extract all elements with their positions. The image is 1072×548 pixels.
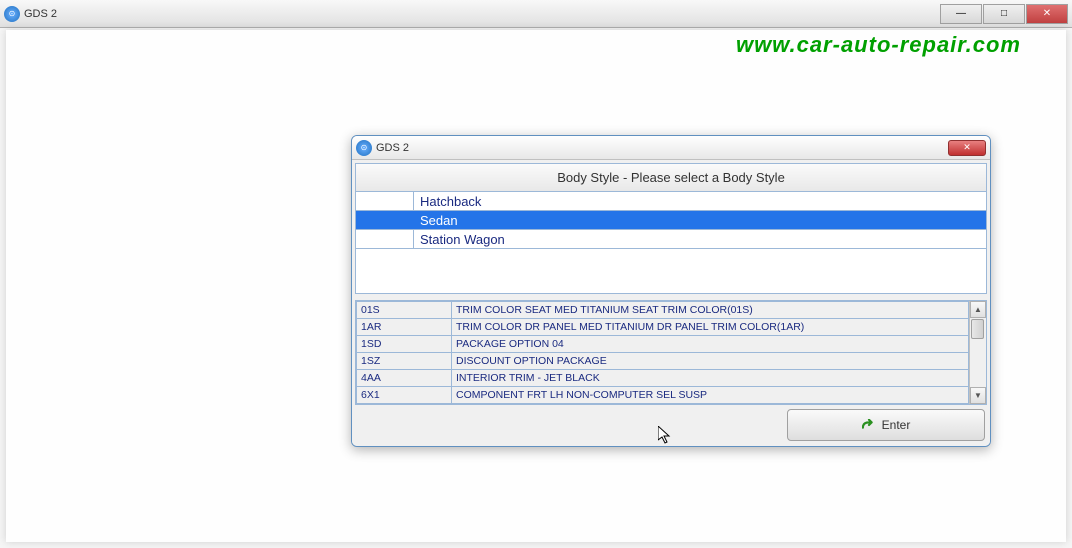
enter-button[interactable]: Enter bbox=[787, 409, 985, 441]
body-style-option-station-wagon[interactable]: Station Wagon bbox=[356, 230, 986, 249]
options-table-container: 01S TRIM COLOR SEAT MED TITANIUM SEAT TR… bbox=[355, 300, 987, 405]
option-description: TRIM COLOR DR PANEL MED TITANIUM DR PANE… bbox=[452, 319, 969, 336]
option-description: COMPONENT FRT LH NON-COMPUTER SEL SUSP bbox=[452, 387, 969, 404]
option-code: 1SD bbox=[357, 336, 452, 353]
options-table: 01S TRIM COLOR SEAT MED TITANIUM SEAT TR… bbox=[356, 301, 969, 404]
close-button[interactable] bbox=[1026, 4, 1068, 24]
option-code: 1SZ bbox=[357, 353, 452, 370]
watermark: www.car-auto-repair.com bbox=[736, 32, 1021, 58]
main-titlebar[interactable]: ⊙ GDS 2 bbox=[0, 0, 1072, 28]
options-row[interactable]: 1AR TRIM COLOR DR PANEL MED TITANIUM DR … bbox=[357, 319, 969, 336]
body-style-list: Hatchback Sedan Station Wagon bbox=[355, 192, 987, 294]
scroll-up-button[interactable]: ▲ bbox=[970, 301, 986, 318]
option-code: 1AR bbox=[357, 319, 452, 336]
options-scrollbar[interactable]: ▲ ▼ bbox=[969, 301, 986, 404]
dialog-titlebar[interactable]: ⊙ GDS 2 ✕ bbox=[352, 136, 990, 160]
options-row[interactable]: 6X1 COMPONENT FRT LH NON-COMPUTER SEL SU… bbox=[357, 387, 969, 404]
body-style-option-hatchback[interactable]: Hatchback bbox=[356, 192, 986, 211]
main-window-title: GDS 2 bbox=[24, 8, 57, 20]
main-window: ⊙ GDS 2 www.car-auto-repair.com ⊙ GDS 2 … bbox=[0, 0, 1072, 548]
scroll-down-button[interactable]: ▼ bbox=[970, 387, 986, 404]
main-content: www.car-auto-repair.com ⊙ GDS 2 ✕ Body S… bbox=[6, 30, 1066, 542]
dialog-footer: Enter bbox=[355, 405, 987, 443]
option-description: PACKAGE OPTION 04 bbox=[452, 336, 969, 353]
dialog-prompt: Body Style - Please select a Body Style bbox=[355, 163, 987, 192]
dialog-close-button[interactable]: ✕ bbox=[948, 140, 986, 156]
enter-button-label: Enter bbox=[882, 418, 911, 432]
dialog-title: GDS 2 bbox=[376, 142, 409, 154]
options-row[interactable]: 1SD PACKAGE OPTION 04 bbox=[357, 336, 969, 353]
option-code: 01S bbox=[357, 302, 452, 319]
option-code: 6X1 bbox=[357, 387, 452, 404]
app-icon: ⊙ bbox=[4, 6, 20, 22]
body-style-label: Sedan bbox=[414, 213, 986, 228]
minimize-button[interactable] bbox=[940, 4, 982, 24]
main-window-controls bbox=[940, 4, 1068, 24]
option-description: TRIM COLOR SEAT MED TITANIUM SEAT TRIM C… bbox=[452, 302, 969, 319]
body-style-option-sedan[interactable]: Sedan bbox=[356, 211, 986, 230]
dialog-app-icon: ⊙ bbox=[356, 140, 372, 156]
options-row[interactable]: 01S TRIM COLOR SEAT MED TITANIUM SEAT TR… bbox=[357, 302, 969, 319]
options-row[interactable]: 1SZ DISCOUNT OPTION PACKAGE bbox=[357, 353, 969, 370]
scroll-thumb[interactable] bbox=[971, 319, 984, 339]
option-description: INTERIOR TRIM - JET BLACK bbox=[452, 370, 969, 387]
arrow-right-icon bbox=[862, 418, 876, 432]
maximize-button[interactable] bbox=[983, 4, 1025, 24]
option-code: 4AA bbox=[357, 370, 452, 387]
options-row[interactable]: 4AA INTERIOR TRIM - JET BLACK bbox=[357, 370, 969, 387]
body-style-dialog: ⊙ GDS 2 ✕ Body Style - Please select a B… bbox=[351, 135, 991, 447]
dialog-body: Body Style - Please select a Body Style … bbox=[352, 160, 990, 446]
option-description: DISCOUNT OPTION PACKAGE bbox=[452, 353, 969, 370]
body-style-label: Station Wagon bbox=[414, 232, 986, 247]
body-style-label: Hatchback bbox=[414, 194, 986, 209]
